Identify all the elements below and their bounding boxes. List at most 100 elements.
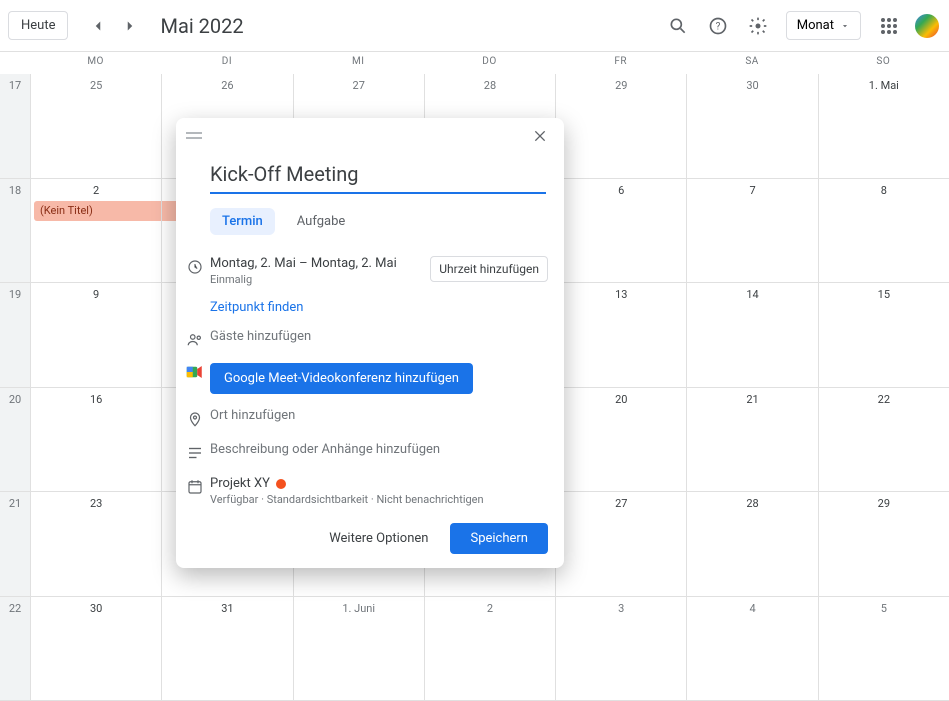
create-event-modal: Termin Aufgabe Montag, 2. Mai – Montag, … [176,118,564,568]
day-number: 31 [162,597,292,615]
tab-task[interactable]: Aufgabe [285,208,358,235]
add-time-button[interactable]: Uhrzeit hinzufügen [430,256,548,282]
day-number: 28 [425,74,555,92]
day-cell[interactable]: 13 [555,283,686,387]
calendar-name[interactable]: Projekt XY [210,476,270,491]
day-cell[interactable]: 15 [818,283,949,387]
drag-handle[interactable] [186,131,202,141]
day-cell[interactable]: 27 [555,492,686,596]
drag-handle-icon [186,131,202,141]
day-cell[interactable]: 29 [555,74,686,178]
day-number: 13 [556,283,686,301]
day-number: 2 [425,597,555,615]
day-cell[interactable]: 30 [30,597,161,701]
day-cell[interactable]: 25 [30,74,161,178]
calendar-icon [186,478,204,496]
view-selector-label: Monat [797,18,834,33]
prev-period-button[interactable] [82,10,114,42]
close-icon [532,128,548,144]
day-cell[interactable]: 22 [818,388,949,492]
add-meet-button[interactable]: Google Meet-Videokonferenz hinzufügen [210,363,473,394]
day-number: 14 [687,283,817,301]
people-icon [186,331,204,349]
calendar-visibility[interactable]: Verfügbar · Standardsichtbarkeit · Nicht… [210,493,548,506]
day-number: 5 [819,597,949,615]
weekday-head: DI [161,52,292,74]
day-number: 30 [31,597,161,615]
tab-event[interactable]: Termin [210,208,275,235]
day-number: 29 [819,492,949,510]
find-time-link[interactable]: Zeitpunkt finden [210,300,303,315]
weekday-head: MI [293,52,424,74]
more-options-button[interactable]: Weitere Optionen [319,523,438,554]
weekday-head: SA [686,52,817,74]
guests-input[interactable]: Gäste hinzufügen [210,329,548,344]
location-input[interactable]: Ort hinzufügen [210,408,548,423]
day-cell[interactable]: 6 [555,179,686,283]
help-button[interactable]: ? [698,6,738,46]
day-number: 30 [687,74,817,92]
today-button[interactable]: Heute [8,11,68,40]
event-date-range[interactable]: Montag, 2. Mai – Montag, 2. Mai [210,256,430,271]
weekday-head: DO [424,52,555,74]
apps-button[interactable] [869,6,909,46]
day-number: 26 [162,74,292,92]
week-number: 21 [0,492,30,596]
chevron-down-icon [840,21,850,31]
day-number: 8 [819,179,949,197]
day-cell[interactable]: 29 [818,492,949,596]
day-number: 6 [556,179,686,197]
day-number: 16 [31,388,161,406]
day-cell[interactable]: 21 [686,388,817,492]
gear-icon [748,16,768,36]
recurrence-label[interactable]: Einmalig [210,273,430,286]
settings-button[interactable] [738,6,778,46]
close-button[interactable] [526,122,554,150]
day-cell[interactable]: 3 [555,597,686,701]
week-number: 18 [0,179,30,283]
day-cell[interactable]: 4 [686,597,817,701]
weekday-head: MO [30,52,161,74]
weekday-header-row: MO DI MI DO FR SA SO [0,52,949,74]
day-number: 2 [31,179,161,197]
day-cell[interactable]: 5 [818,597,949,701]
day-number: 4 [687,597,817,615]
day-cell[interactable]: 16 [30,388,161,492]
day-cell[interactable]: 28 [686,492,817,596]
day-cell[interactable]: 14 [686,283,817,387]
day-cell[interactable]: 31 [161,597,292,701]
day-number: 20 [556,388,686,406]
day-number: 25 [31,74,161,92]
apps-grid-icon [881,18,897,34]
day-number: 7 [687,179,817,197]
day-cell[interactable]: 1. Mai [818,74,949,178]
day-cell[interactable]: 23 [30,492,161,596]
next-period-button[interactable] [114,10,146,42]
day-cell[interactable]: 7 [686,179,817,283]
description-input[interactable]: Beschreibung oder Anhänge hinzufügen [210,442,548,457]
week-number: 19 [0,283,30,387]
app-header: Heute Mai 2022 ? Monat [0,0,949,52]
day-cell[interactable]: 9 [30,283,161,387]
day-number: 9 [31,283,161,301]
search-icon [668,16,688,36]
day-cell[interactable]: 2 [424,597,555,701]
event-title-input[interactable] [210,158,546,194]
day-number: 1. Juni [294,597,424,615]
day-number: 15 [819,283,949,301]
view-selector[interactable]: Monat [786,11,861,40]
week-number: 20 [0,388,30,492]
day-cell[interactable]: 20 [555,388,686,492]
day-cell[interactable]: 30 [686,74,817,178]
search-button[interactable] [658,6,698,46]
day-number: 27 [556,492,686,510]
day-cell[interactable]: 2(Kein Titel) [30,179,161,283]
day-cell[interactable]: 1. Juni [293,597,424,701]
location-icon [186,410,204,428]
svg-text:?: ? [715,21,720,32]
save-button[interactable]: Speichern [450,523,548,554]
day-cell[interactable]: 8 [818,179,949,283]
week-row: 2230311. Juni2345 [0,597,949,701]
account-avatar[interactable] [913,12,941,40]
calendar-color-dot [276,479,286,489]
